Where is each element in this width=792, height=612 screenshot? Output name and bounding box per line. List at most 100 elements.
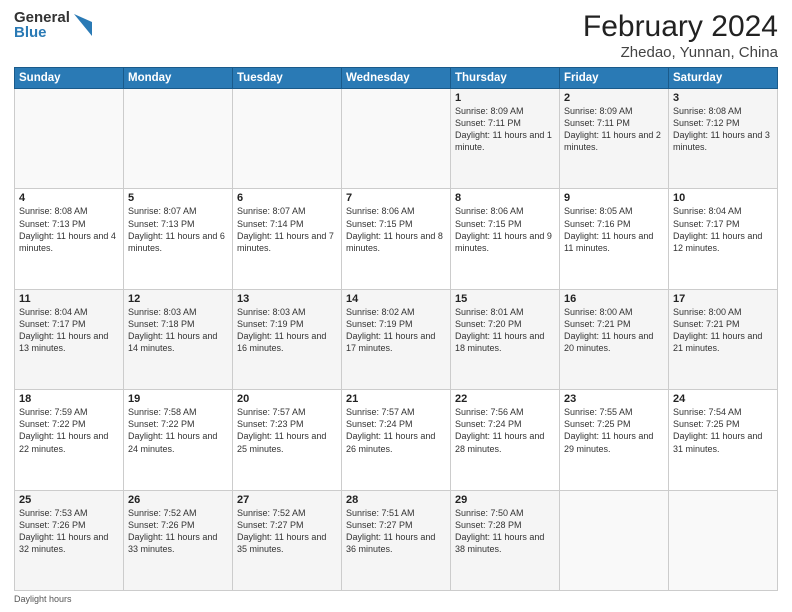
day-info: Sunrise: 8:04 AM Sunset: 7:17 PM Dayligh… bbox=[19, 306, 119, 355]
day-info: Sunrise: 8:06 AM Sunset: 7:15 PM Dayligh… bbox=[346, 205, 446, 254]
day-number: 14 bbox=[346, 293, 446, 305]
day-number: 21 bbox=[346, 393, 446, 405]
calendar-cell: 16Sunrise: 8:00 AM Sunset: 7:21 PM Dayli… bbox=[560, 289, 669, 389]
day-info: Sunrise: 7:58 AM Sunset: 7:22 PM Dayligh… bbox=[128, 406, 228, 455]
day-number: 6 bbox=[237, 192, 337, 204]
calendar-cell: 24Sunrise: 7:54 AM Sunset: 7:25 PM Dayli… bbox=[669, 390, 778, 490]
calendar-cell: 5Sunrise: 8:07 AM Sunset: 7:13 PM Daylig… bbox=[124, 189, 233, 289]
title-block: February 2024 Zhedao, Yunnan, China bbox=[583, 10, 778, 61]
day-number: 12 bbox=[128, 293, 228, 305]
calendar-cell: 26Sunrise: 7:52 AM Sunset: 7:26 PM Dayli… bbox=[124, 490, 233, 590]
day-number: 20 bbox=[237, 393, 337, 405]
daylight-label: Daylight hours bbox=[14, 594, 72, 604]
weekday-header-cell: Tuesday bbox=[233, 68, 342, 89]
day-info: Sunrise: 8:00 AM Sunset: 7:21 PM Dayligh… bbox=[673, 306, 773, 355]
day-number: 24 bbox=[673, 393, 773, 405]
day-number: 27 bbox=[237, 494, 337, 506]
day-info: Sunrise: 7:53 AM Sunset: 7:26 PM Dayligh… bbox=[19, 507, 119, 556]
day-number: 16 bbox=[564, 293, 664, 305]
day-number: 15 bbox=[455, 293, 555, 305]
logo-icon bbox=[74, 14, 92, 36]
day-info: Sunrise: 7:57 AM Sunset: 7:24 PM Dayligh… bbox=[346, 406, 446, 455]
calendar-cell: 15Sunrise: 8:01 AM Sunset: 7:20 PM Dayli… bbox=[451, 289, 560, 389]
calendar-cell: 8Sunrise: 8:06 AM Sunset: 7:15 PM Daylig… bbox=[451, 189, 560, 289]
calendar-cell: 28Sunrise: 7:51 AM Sunset: 7:27 PM Dayli… bbox=[342, 490, 451, 590]
calendar-cell: 3Sunrise: 8:08 AM Sunset: 7:12 PM Daylig… bbox=[669, 89, 778, 189]
header: General Blue February 2024 Zhedao, Yunna… bbox=[14, 10, 778, 61]
location-title: Zhedao, Yunnan, China bbox=[583, 44, 778, 61]
day-number: 4 bbox=[19, 192, 119, 204]
day-info: Sunrise: 8:00 AM Sunset: 7:21 PM Dayligh… bbox=[564, 306, 664, 355]
calendar-cell: 9Sunrise: 8:05 AM Sunset: 7:16 PM Daylig… bbox=[560, 189, 669, 289]
calendar-cell: 27Sunrise: 7:52 AM Sunset: 7:27 PM Dayli… bbox=[233, 490, 342, 590]
weekday-header-cell: Wednesday bbox=[342, 68, 451, 89]
day-number: 17 bbox=[673, 293, 773, 305]
day-number: 9 bbox=[564, 192, 664, 204]
calendar-cell bbox=[342, 89, 451, 189]
day-number: 13 bbox=[237, 293, 337, 305]
calendar-cell: 14Sunrise: 8:02 AM Sunset: 7:19 PM Dayli… bbox=[342, 289, 451, 389]
calendar-cell: 29Sunrise: 7:50 AM Sunset: 7:28 PM Dayli… bbox=[451, 490, 560, 590]
day-info: Sunrise: 8:07 AM Sunset: 7:13 PM Dayligh… bbox=[128, 205, 228, 254]
calendar-cell: 21Sunrise: 7:57 AM Sunset: 7:24 PM Dayli… bbox=[342, 390, 451, 490]
day-number: 11 bbox=[19, 293, 119, 305]
calendar-cell: 22Sunrise: 7:56 AM Sunset: 7:24 PM Dayli… bbox=[451, 390, 560, 490]
day-info: Sunrise: 8:09 AM Sunset: 7:11 PM Dayligh… bbox=[455, 105, 555, 154]
calendar-cell: 19Sunrise: 7:58 AM Sunset: 7:22 PM Dayli… bbox=[124, 390, 233, 490]
day-number: 7 bbox=[346, 192, 446, 204]
day-info: Sunrise: 8:08 AM Sunset: 7:12 PM Dayligh… bbox=[673, 105, 773, 154]
day-number: 10 bbox=[673, 192, 773, 204]
calendar-cell bbox=[124, 89, 233, 189]
calendar-cell: 25Sunrise: 7:53 AM Sunset: 7:26 PM Dayli… bbox=[15, 490, 124, 590]
day-info: Sunrise: 8:03 AM Sunset: 7:19 PM Dayligh… bbox=[237, 306, 337, 355]
day-number: 1 bbox=[455, 92, 555, 104]
day-info: Sunrise: 8:04 AM Sunset: 7:17 PM Dayligh… bbox=[673, 205, 773, 254]
calendar-table: SundayMondayTuesdayWednesdayThursdayFrid… bbox=[14, 67, 778, 591]
day-info: Sunrise: 8:07 AM Sunset: 7:14 PM Dayligh… bbox=[237, 205, 337, 254]
logo-blue: Blue bbox=[14, 25, 70, 40]
day-number: 25 bbox=[19, 494, 119, 506]
logo-text: General Blue bbox=[14, 10, 70, 40]
calendar-cell: 4Sunrise: 8:08 AM Sunset: 7:13 PM Daylig… bbox=[15, 189, 124, 289]
day-info: Sunrise: 7:54 AM Sunset: 7:25 PM Dayligh… bbox=[673, 406, 773, 455]
day-info: Sunrise: 8:05 AM Sunset: 7:16 PM Dayligh… bbox=[564, 205, 664, 254]
day-number: 3 bbox=[673, 92, 773, 104]
calendar-cell: 11Sunrise: 8:04 AM Sunset: 7:17 PM Dayli… bbox=[15, 289, 124, 389]
day-number: 29 bbox=[455, 494, 555, 506]
day-info: Sunrise: 8:09 AM Sunset: 7:11 PM Dayligh… bbox=[564, 105, 664, 154]
calendar-cell: 23Sunrise: 7:55 AM Sunset: 7:25 PM Dayli… bbox=[560, 390, 669, 490]
day-number: 23 bbox=[564, 393, 664, 405]
day-number: 2 bbox=[564, 92, 664, 104]
day-info: Sunrise: 8:06 AM Sunset: 7:15 PM Dayligh… bbox=[455, 205, 555, 254]
month-title: February 2024 bbox=[583, 10, 778, 44]
calendar-cell: 18Sunrise: 7:59 AM Sunset: 7:22 PM Dayli… bbox=[15, 390, 124, 490]
weekday-header-cell: Saturday bbox=[669, 68, 778, 89]
calendar-cell: 13Sunrise: 8:03 AM Sunset: 7:19 PM Dayli… bbox=[233, 289, 342, 389]
day-info: Sunrise: 8:08 AM Sunset: 7:13 PM Dayligh… bbox=[19, 205, 119, 254]
calendar-cell: 7Sunrise: 8:06 AM Sunset: 7:15 PM Daylig… bbox=[342, 189, 451, 289]
calendar-cell bbox=[15, 89, 124, 189]
day-info: Sunrise: 8:03 AM Sunset: 7:18 PM Dayligh… bbox=[128, 306, 228, 355]
weekday-header-cell: Sunday bbox=[15, 68, 124, 89]
weekday-header-cell: Friday bbox=[560, 68, 669, 89]
day-info: Sunrise: 8:02 AM Sunset: 7:19 PM Dayligh… bbox=[346, 306, 446, 355]
day-number: 19 bbox=[128, 393, 228, 405]
day-number: 22 bbox=[455, 393, 555, 405]
calendar-cell bbox=[233, 89, 342, 189]
day-number: 18 bbox=[19, 393, 119, 405]
calendar-cell: 10Sunrise: 8:04 AM Sunset: 7:17 PM Dayli… bbox=[669, 189, 778, 289]
day-info: Sunrise: 7:52 AM Sunset: 7:26 PM Dayligh… bbox=[128, 507, 228, 556]
logo: General Blue bbox=[14, 10, 92, 40]
page: General Blue February 2024 Zhedao, Yunna… bbox=[0, 0, 792, 612]
calendar-cell: 20Sunrise: 7:57 AM Sunset: 7:23 PM Dayli… bbox=[233, 390, 342, 490]
day-info: Sunrise: 7:51 AM Sunset: 7:27 PM Dayligh… bbox=[346, 507, 446, 556]
calendar-cell: 17Sunrise: 8:00 AM Sunset: 7:21 PM Dayli… bbox=[669, 289, 778, 389]
logo-general: General bbox=[14, 10, 70, 25]
weekday-header-cell: Monday bbox=[124, 68, 233, 89]
calendar-cell bbox=[560, 490, 669, 590]
calendar-cell: 12Sunrise: 8:03 AM Sunset: 7:18 PM Dayli… bbox=[124, 289, 233, 389]
day-info: Sunrise: 7:56 AM Sunset: 7:24 PM Dayligh… bbox=[455, 406, 555, 455]
calendar-cell: 6Sunrise: 8:07 AM Sunset: 7:14 PM Daylig… bbox=[233, 189, 342, 289]
day-number: 5 bbox=[128, 192, 228, 204]
day-number: 26 bbox=[128, 494, 228, 506]
